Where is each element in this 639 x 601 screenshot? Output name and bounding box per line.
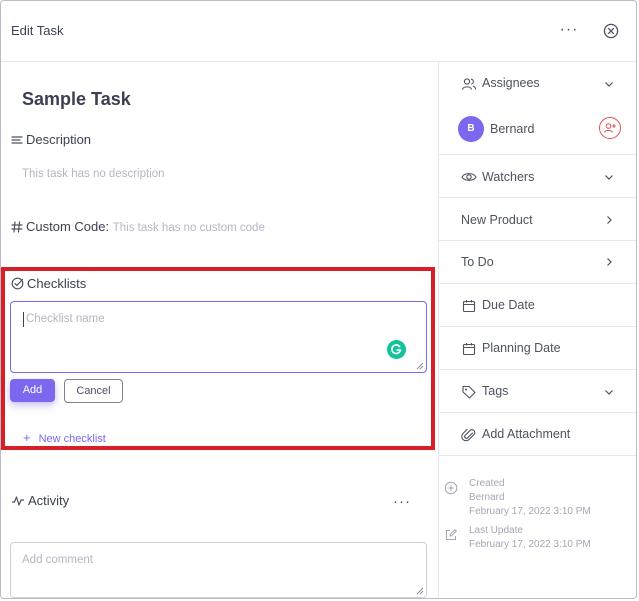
add-checklist-button[interactable]: Add bbox=[10, 379, 55, 402]
text-align-icon bbox=[11, 136, 23, 144]
calendar-icon bbox=[461, 341, 477, 357]
project-row[interactable]: New Product bbox=[439, 198, 636, 241]
cancel-checklist-button[interactable]: Cancel bbox=[64, 379, 123, 403]
checklist-name-input[interactable]: Checklist name bbox=[10, 301, 427, 373]
hash-icon bbox=[11, 221, 23, 233]
created-at: February 17, 2022 3:10 PM bbox=[469, 506, 591, 517]
updated-label: Last Update bbox=[469, 525, 523, 536]
created-info: Created Bernard February 17, 2022 3:10 P… bbox=[469, 477, 591, 519]
status-label: To Do bbox=[461, 255, 494, 269]
users-icon bbox=[461, 76, 477, 92]
chevron-down-icon bbox=[605, 390, 613, 395]
tags-label: Tags bbox=[482, 384, 509, 398]
eye-icon bbox=[461, 169, 477, 185]
plus-circle-icon bbox=[444, 481, 458, 500]
assignee-name: Bernard bbox=[490, 122, 535, 136]
description-placeholder[interactable]: This task has no description bbox=[22, 168, 165, 180]
task-title[interactable]: Sample Task bbox=[22, 89, 131, 110]
chevron-down-icon bbox=[605, 175, 613, 180]
new-checklist-link[interactable]: + New checklist bbox=[23, 430, 106, 445]
assignees-label[interactable]: Assignees bbox=[482, 76, 540, 90]
paperclip-icon bbox=[461, 427, 477, 443]
activity-icon bbox=[12, 496, 24, 506]
created-label: Created bbox=[469, 478, 505, 489]
description-label: Description bbox=[26, 132, 92, 147]
edit-task-dialog: Edit Task ··· Sample Task Description Th… bbox=[0, 0, 637, 599]
comment-placeholder: Add comment bbox=[22, 554, 93, 566]
activity-more-button[interactable]: ··· bbox=[393, 493, 411, 510]
created-by: Bernard bbox=[469, 492, 505, 503]
check-circle-icon bbox=[11, 277, 24, 290]
add-attachment-row[interactable]: Add Attachment bbox=[439, 413, 636, 456]
new-checklist-label: New checklist bbox=[38, 433, 106, 445]
custom-code-placeholder[interactable]: This task has no custom code bbox=[113, 222, 265, 234]
text-caret bbox=[23, 312, 24, 327]
calendar-icon bbox=[461, 298, 477, 314]
tags-row[interactable]: Tags bbox=[439, 370, 636, 413]
planning-date-label: Planning Date bbox=[482, 341, 561, 355]
dialog-title: Edit Task bbox=[11, 23, 64, 38]
updated-info: Last Update February 17, 2022 3:10 PM bbox=[469, 524, 591, 552]
checklist-name-placeholder: Checklist name bbox=[26, 313, 105, 325]
task-sidebar: Assignees B Bernard Watchers New Product… bbox=[438, 62, 636, 598]
resize-handle-icon[interactable] bbox=[416, 587, 424, 595]
tag-icon bbox=[461, 384, 477, 400]
edit-icon bbox=[444, 528, 458, 547]
close-icon[interactable] bbox=[603, 23, 619, 39]
avatar: B bbox=[458, 116, 484, 142]
due-date-label: Due Date bbox=[482, 298, 535, 312]
planning-date-row[interactable]: Planning Date bbox=[439, 327, 636, 370]
project-label: New Product bbox=[461, 213, 533, 227]
description-heading: Description bbox=[11, 132, 91, 147]
comment-input[interactable]: Add comment bbox=[10, 542, 427, 598]
dialog-header: Edit Task ··· bbox=[1, 1, 636, 62]
watchers-row[interactable]: Watchers bbox=[439, 155, 636, 198]
updated-at: February 17, 2022 3:10 PM bbox=[469, 539, 591, 550]
activity-label: Activity bbox=[28, 493, 70, 508]
custom-code-heading: Custom Code: This task has no custom cod… bbox=[11, 219, 265, 234]
resize-handle-icon[interactable] bbox=[416, 362, 424, 370]
activity-heading: Activity bbox=[11, 493, 69, 508]
grammarly-icon[interactable] bbox=[387, 340, 406, 359]
custom-code-label: Custom Code: bbox=[26, 219, 110, 234]
add-attachment-label: Add Attachment bbox=[482, 427, 571, 441]
due-date-row[interactable]: Due Date bbox=[439, 284, 636, 327]
more-options-button[interactable]: ··· bbox=[557, 20, 581, 42]
checklists-label: Checklists bbox=[27, 276, 87, 291]
chevron-right-icon bbox=[607, 258, 612, 266]
plus-icon: + bbox=[23, 430, 31, 445]
chevron-right-icon bbox=[607, 216, 612, 224]
assignees-section: Assignees B Bernard bbox=[439, 62, 636, 155]
status-row[interactable]: To Do bbox=[439, 241, 636, 284]
add-user-icon bbox=[604, 123, 616, 133]
add-assignee-button[interactable] bbox=[599, 117, 621, 139]
checklists-heading: Checklists bbox=[11, 276, 86, 291]
watchers-label: Watchers bbox=[482, 170, 535, 184]
chevron-down-icon[interactable] bbox=[603, 78, 615, 90]
